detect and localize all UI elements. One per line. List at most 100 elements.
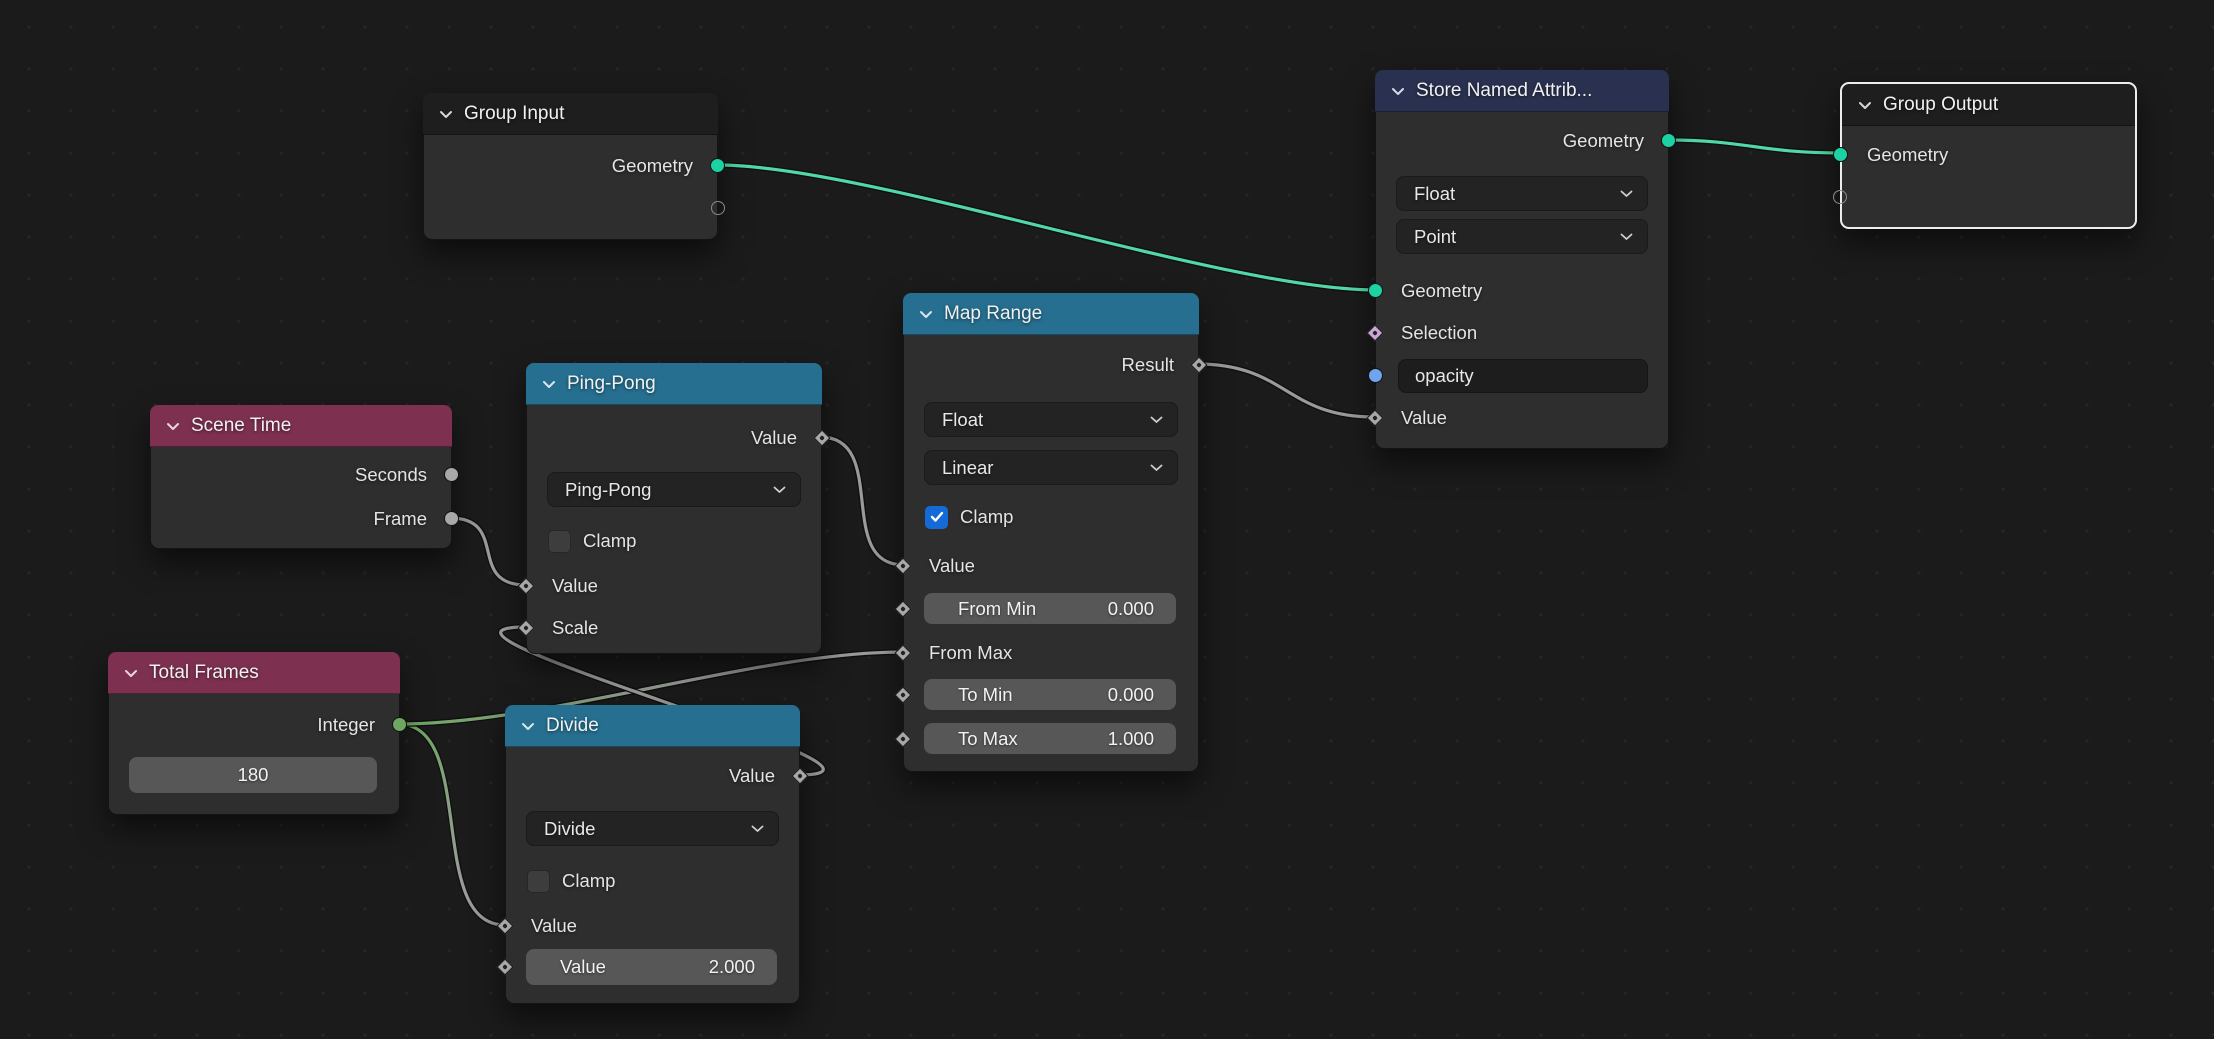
socket-virtual[interactable] <box>711 201 725 215</box>
input-row-from-max: From Max <box>904 639 1198 667</box>
output-row-result: Result <box>904 351 1198 379</box>
integer-value-field[interactable]: 180 <box>129 757 377 793</box>
data-type-dropdown[interactable]: Float <box>924 402 1178 437</box>
wire-integer-to-divide-value[interactable] <box>398 724 505 925</box>
clamp-row: Clamp <box>527 868 615 894</box>
socket-virtual[interactable] <box>1833 190 1847 204</box>
node-group-input[interactable]: Group Input Geometry <box>423 93 718 240</box>
node-header[interactable]: Ping-Pong <box>526 363 822 405</box>
node-map-range[interactable]: Map Range Result Float Linear Clamp Valu… <box>903 293 1199 772</box>
node-header[interactable]: Group Input <box>423 93 718 135</box>
output-row-integer: Integer <box>109 711 399 739</box>
from-min-field[interactable]: From Min 0.000 <box>924 593 1176 624</box>
chevron-down-icon <box>1620 190 1633 198</box>
output-row-seconds: Seconds <box>151 461 451 489</box>
to-max-field[interactable]: To Max 1.000 <box>924 723 1176 754</box>
data-type-dropdown[interactable]: Float <box>1396 176 1648 211</box>
input-row-scale: Scale <box>527 614 821 642</box>
socket-name-input[interactable] <box>1368 368 1383 383</box>
domain-dropdown[interactable]: Point <box>1396 219 1648 254</box>
node-title: Group Output <box>1883 94 1998 116</box>
collapse-chevron-icon[interactable] <box>1391 87 1405 96</box>
collapse-chevron-icon[interactable] <box>439 110 453 119</box>
socket-integer-output[interactable] <box>392 717 407 732</box>
node-divide[interactable]: Divide Value Divide Clamp Value Value 2.… <box>505 705 800 1004</box>
operation-dropdown[interactable]: Ping-Pong <box>547 472 801 507</box>
node-header[interactable]: Map Range <box>903 293 1199 335</box>
check-icon <box>930 511 944 523</box>
chevron-down-icon <box>1150 464 1163 472</box>
clamp-row: Clamp <box>925 504 1013 530</box>
field-value: 0.000 <box>1108 684 1154 706</box>
node-header[interactable]: Total Frames <box>108 652 400 694</box>
field-value: 0.000 <box>1108 598 1154 620</box>
node-header[interactable]: Group Output <box>1842 84 2135 126</box>
node-ping-pong[interactable]: Ping-Pong Value Ping-Pong Clamp Value Sc… <box>526 363 822 654</box>
node-title: Scene Time <box>191 415 291 437</box>
socket-geometry-output[interactable] <box>1661 133 1676 148</box>
output-row-value: Value <box>506 762 799 790</box>
clamp-label: Clamp <box>562 870 615 892</box>
socket-frame-output[interactable] <box>444 511 459 526</box>
node-header[interactable]: Store Named Attrib... <box>1375 70 1669 112</box>
wire-store-to-groupoutput-geometry[interactable] <box>1667 140 1840 153</box>
field-label: To Max <box>958 728 1018 750</box>
node-header[interactable]: Scene Time <box>150 405 452 447</box>
collapse-chevron-icon[interactable] <box>124 669 138 678</box>
collapse-chevron-icon[interactable] <box>1858 101 1872 110</box>
clamp-row: Clamp <box>548 528 636 554</box>
input-row-geometry: Geometry <box>1842 141 2135 169</box>
chevron-down-icon <box>773 486 786 494</box>
input-row-value: Value <box>527 572 821 600</box>
node-title: Ping-Pong <box>567 373 656 395</box>
node-scene-time[interactable]: Scene Time Seconds Frame <box>150 405 452 549</box>
output-row-geometry: Geometry <box>1376 127 1668 155</box>
collapse-chevron-icon[interactable] <box>166 422 180 431</box>
node-title: Total Frames <box>149 662 259 684</box>
node-title: Store Named Attrib... <box>1416 80 1592 102</box>
collapse-chevron-icon[interactable] <box>919 310 933 319</box>
node-store-named-attribute[interactable]: Store Named Attrib... Geometry Float Poi… <box>1375 70 1669 449</box>
clamp-checkbox[interactable] <box>527 870 550 893</box>
node-total-frames[interactable]: Total Frames Integer 180 <box>108 652 400 815</box>
input-row-value: Value <box>904 552 1198 580</box>
socket-geometry-input[interactable] <box>1833 147 1848 162</box>
socket-seconds-output[interactable] <box>444 467 459 482</box>
chevron-down-icon <box>1150 416 1163 424</box>
wire-frame-to-pingpong-value[interactable] <box>450 518 526 585</box>
chevron-down-icon <box>751 825 764 833</box>
input-row-geometry: Geometry <box>1376 277 1668 305</box>
node-title: Map Range <box>944 303 1042 325</box>
interpolation-dropdown[interactable]: Linear <box>924 450 1178 485</box>
wire-pingpong-to-maprange-value[interactable] <box>820 437 904 565</box>
socket-geometry-input[interactable] <box>1368 283 1383 298</box>
wire-maprange-result-to-store-value[interactable] <box>1197 364 1375 417</box>
output-row-value: Value <box>527 424 821 452</box>
clamp-checkbox[interactable] <box>925 506 948 529</box>
collapse-chevron-icon[interactable] <box>542 380 556 389</box>
node-header[interactable]: Divide <box>505 705 800 747</box>
to-min-field[interactable]: To Min 0.000 <box>924 679 1176 710</box>
chevron-down-icon <box>1620 233 1633 241</box>
node-editor-canvas[interactable]: Group Input Geometry Scene Time Seconds … <box>0 0 2214 1039</box>
node-title: Divide <box>546 715 599 737</box>
input-row-value: Value <box>506 912 799 940</box>
clamp-label: Clamp <box>960 506 1013 528</box>
node-group-output[interactable]: Group Output Geometry <box>1840 82 2137 229</box>
field-value: 2.000 <box>709 956 755 978</box>
clamp-checkbox[interactable] <box>548 530 571 553</box>
socket-geometry-output[interactable] <box>710 158 725 173</box>
input-row-value: Value <box>1376 404 1668 432</box>
wire-groupinput-to-store-geometry[interactable] <box>717 165 1375 290</box>
field-label: From Min <box>958 598 1036 620</box>
field-label: To Min <box>958 684 1013 706</box>
node-title: Group Input <box>464 103 564 125</box>
collapse-chevron-icon[interactable] <box>521 722 535 731</box>
input-row-selection: Selection <box>1376 319 1668 347</box>
clamp-label: Clamp <box>583 530 636 552</box>
value-number-field[interactable]: Value 2.000 <box>526 949 777 985</box>
field-label: Value <box>560 956 606 978</box>
output-row-geometry: Geometry <box>424 152 717 180</box>
operation-dropdown[interactable]: Divide <box>526 811 779 846</box>
attribute-name-field[interactable]: opacity <box>1398 359 1648 393</box>
